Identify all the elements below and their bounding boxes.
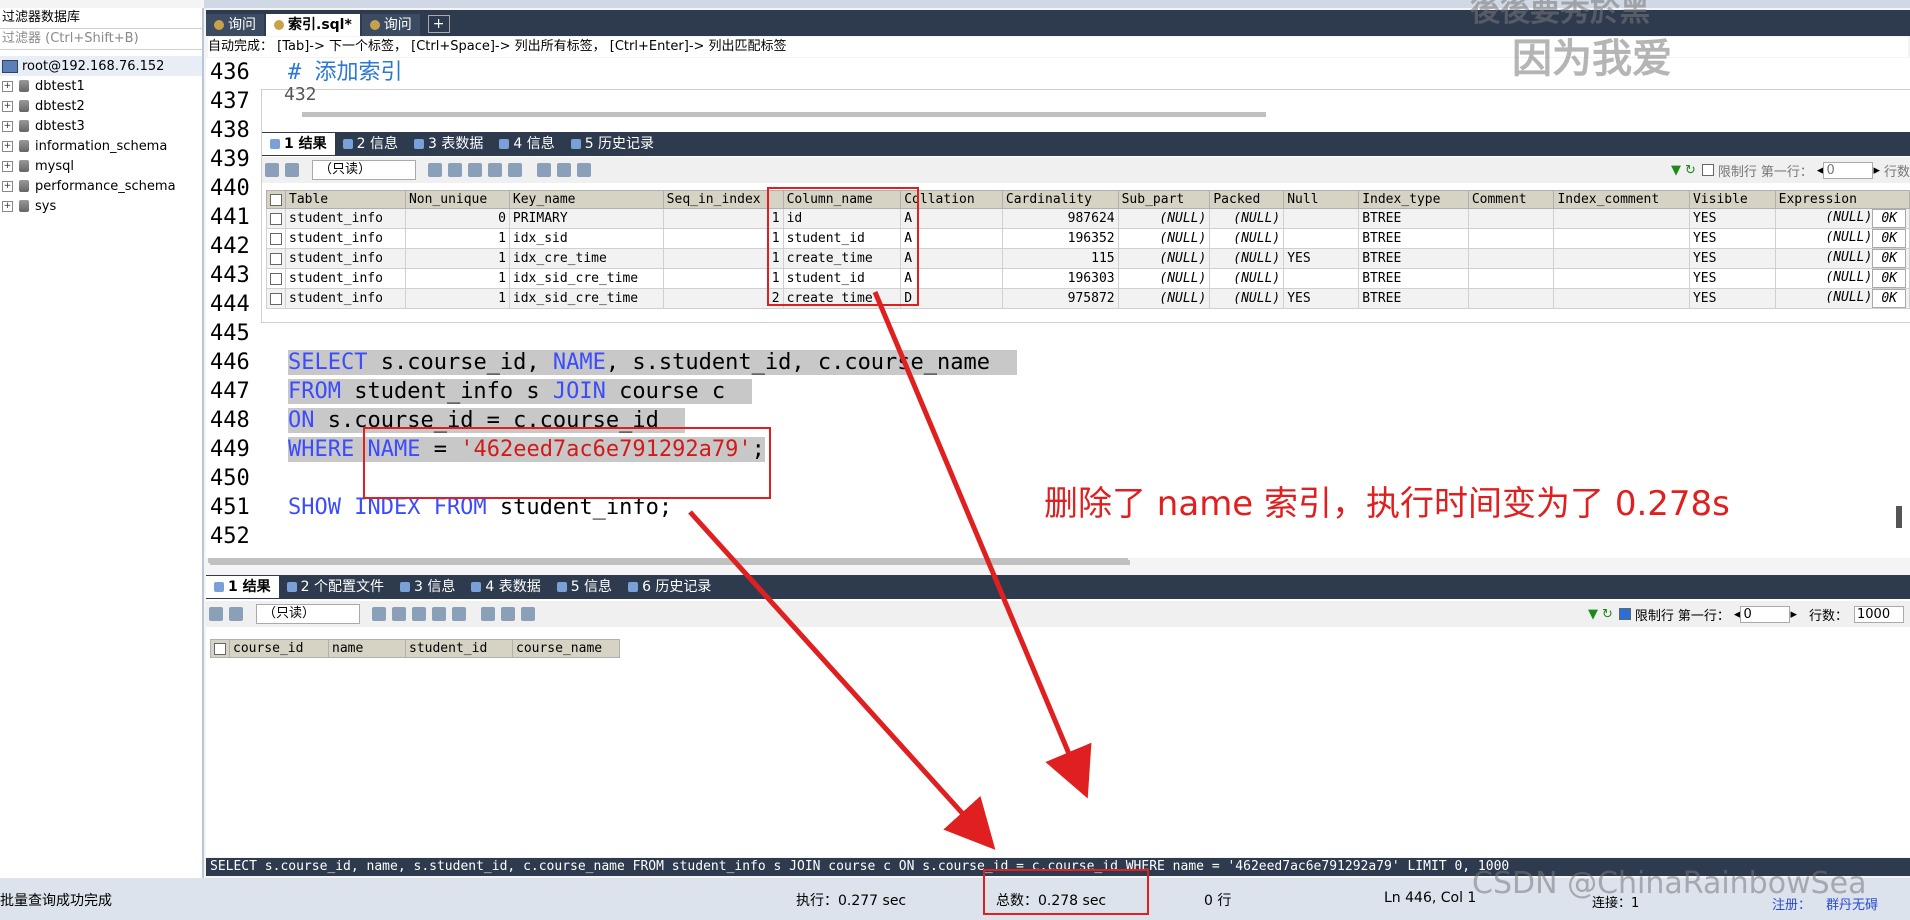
arrow-to-total-from-query	[688, 510, 996, 850]
annotation-arrows	[688, 291, 1092, 850]
arrow-to-total-from-column	[872, 291, 1092, 799]
watermark-top: 因为我爱	[1512, 36, 1672, 82]
watermark-csdn: CSDN @ChinaRainbowSea	[1472, 866, 1867, 901]
